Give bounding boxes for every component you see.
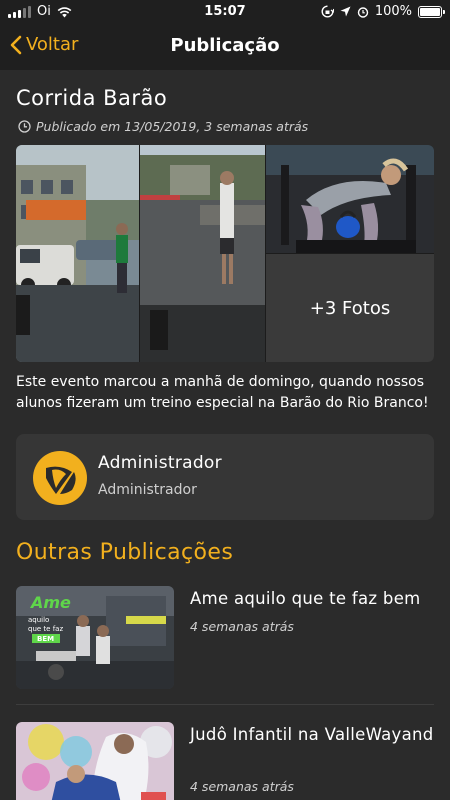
status-bar: Oi 15:07 100% [0,0,450,24]
gallery-photo[interactable] [140,145,265,362]
back-label: Voltar [26,34,79,55]
thumbnail-logo-text-3: que te faz [28,625,63,633]
chevron-left-icon [10,35,22,54]
rotation-lock-icon [321,5,334,18]
photo-gallery: +3 Fotos [16,145,434,362]
other-post-date: 4 semanas atrás [190,619,294,634]
author-card[interactable]: Administrador Administrador [16,434,434,520]
post-description: Este evento marcou a manhã de domingo, q… [16,374,429,411]
other-post-thumbnail: Ame aquilo que te faz BEM [16,586,174,689]
other-post-item[interactable]: Ame aquilo que te faz BEM Ame aquilo que… [16,586,434,689]
battery-level [420,7,440,16]
other-post-title: Judô Infantil na ValleWayand [190,725,434,744]
status-right: 100% [321,4,445,19]
thumbnail-logo-text-2: aquilo [28,616,49,624]
clock-icon [18,120,31,133]
thumbnail-logo-text-1: Ame [29,593,71,612]
battery-icon [418,5,445,18]
author-role: Administrador [98,482,197,498]
location-icon [340,6,351,17]
other-post-title: Ame aquilo que te faz bem [190,589,421,608]
more-photos-button[interactable]: +3 Fotos [266,254,434,362]
gallery-photo[interactable] [16,145,139,362]
list-divider [16,704,434,705]
other-post-item[interactable]: Judô Infantil na ValleWayand 4 semanas a… [16,722,434,800]
more-photos-label: +3 Fotos [309,297,391,319]
battery-percent: 100% [374,4,412,19]
post-date-text: Publicado em 13/05/2019, 3 semanas atrás [36,119,309,134]
thumbnail-logo-text-4: BEM [37,635,54,643]
post-date: Publicado em 13/05/2019, 3 semanas atrás [18,119,308,134]
other-posts-heading: Outras Publicações [16,540,234,565]
other-post-date: 4 semanas atrás [190,779,294,794]
alarm-icon [357,6,369,18]
post-title: Corrida Barão [16,86,168,110]
gallery-photo[interactable] [266,145,434,253]
author-name: Administrador [98,453,222,473]
back-button[interactable]: Voltar [10,34,78,55]
navigation-bar: Voltar Publicação [0,24,450,70]
author-logo [33,451,87,505]
other-post-thumbnail [16,722,174,800]
